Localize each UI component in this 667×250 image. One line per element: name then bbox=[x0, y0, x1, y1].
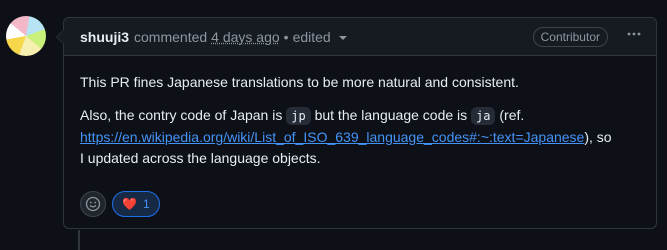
comment-header: shuuji3 commented 4 days ago • edited Co… bbox=[64, 18, 656, 56]
timeline-line bbox=[78, 230, 80, 250]
paragraph-2: Also, the contry code of Japan is jp but… bbox=[80, 105, 640, 169]
code-jp: jp bbox=[286, 107, 311, 125]
avatar[interactable] bbox=[6, 16, 46, 56]
p2-text-a: Also, the contry code of Japan is bbox=[80, 107, 287, 123]
kebab-horizontal-icon[interactable] bbox=[618, 26, 650, 47]
code-ja: ja bbox=[471, 107, 496, 125]
comment-caret-fill bbox=[57, 29, 65, 45]
wikipedia-link[interactable]: https://en.wikipedia.org/wiki/List_of_IS… bbox=[80, 129, 584, 145]
comment-body: This PR fines Japanese translations to b… bbox=[64, 56, 656, 169]
p2-text-c: (ref. bbox=[495, 107, 525, 123]
timestamp-link[interactable]: 4 days ago bbox=[211, 29, 280, 45]
heart-count: 1 bbox=[142, 197, 150, 211]
add-reaction-button[interactable] bbox=[80, 191, 106, 217]
heart-reaction-button[interactable]: ❤️ 1 bbox=[112, 191, 160, 217]
heart-icon: ❤️ bbox=[122, 197, 137, 211]
edited-dropdown[interactable]: edited bbox=[293, 29, 347, 45]
separator-dot: • bbox=[283, 28, 289, 45]
p2-text-b: but the language code is bbox=[310, 107, 472, 123]
p2-text-d: ), so bbox=[584, 129, 612, 145]
paragraph-1: This PR fines Japanese translations to b… bbox=[80, 74, 519, 90]
chevron-down-icon bbox=[338, 35, 347, 40]
p2-text-e: I updated across the language objects. bbox=[80, 150, 321, 166]
smiley-icon bbox=[85, 196, 101, 212]
author-link[interactable]: shuuji3 bbox=[80, 29, 129, 45]
role-badge: Contributor bbox=[532, 26, 608, 47]
comment-card: shuuji3 commented 4 days ago • edited Co… bbox=[56, 17, 657, 229]
reactions-bar: ❤️ 1 bbox=[80, 191, 160, 217]
edited-label: edited bbox=[292, 28, 331, 45]
action-text: commented bbox=[134, 28, 208, 45]
